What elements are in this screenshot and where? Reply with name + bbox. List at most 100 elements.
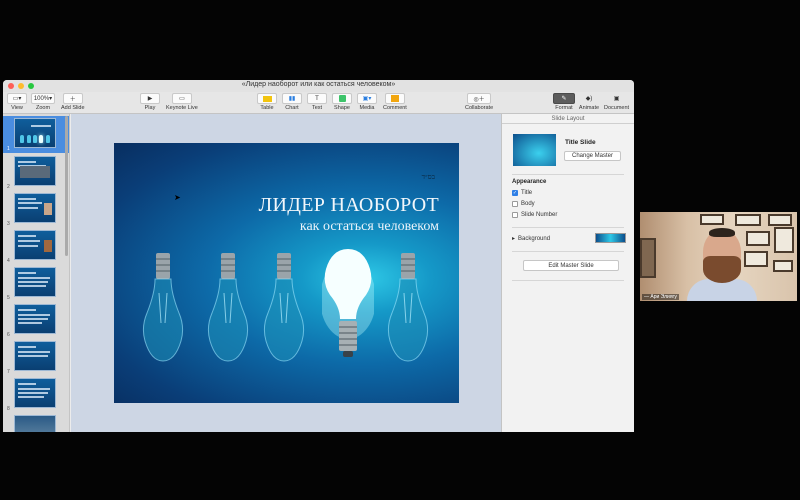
- slide-number: 2: [7, 184, 10, 190]
- media-button[interactable]: ▣▾ Media: [357, 93, 377, 111]
- comment-label: Comment: [383, 105, 407, 111]
- zoom-menu[interactable]: 100% ▾ Zoom: [31, 93, 55, 111]
- wall-frame: [774, 227, 794, 253]
- comment-button[interactable]: Comment: [383, 93, 407, 111]
- background-swatch[interactable]: [595, 233, 626, 243]
- media-icon: ▣▾: [362, 96, 372, 102]
- view-button[interactable]: ▭▾ View: [7, 93, 27, 111]
- document-label: Document: [604, 105, 630, 111]
- navigator-scrollbar[interactable]: [65, 116, 68, 256]
- participant-name: — Ари Элиягу: [642, 294, 679, 300]
- wall-frame: [700, 214, 724, 225]
- format-label: Format: [555, 105, 573, 111]
- checkbox-box: [512, 212, 518, 218]
- slide-number: 6: [7, 332, 10, 338]
- slide-number-checkbox[interactable]: Slide Number: [512, 212, 557, 218]
- keynote-live-icon: ▭: [179, 96, 185, 102]
- animate-label: Animate: [578, 105, 600, 111]
- title-checkbox-label: Title: [521, 190, 533, 196]
- document-button[interactable]: ▣ Document: [604, 93, 629, 111]
- wall-frame: [746, 231, 770, 246]
- toolbar: ▭▾ View 100% ▾ Zoom ＋ Add Slide ▶ Play ▭ …: [3, 92, 634, 114]
- master-title: Title Slide: [565, 139, 596, 146]
- collaborate-button[interactable]: ◎＋ Collaborate: [465, 93, 493, 111]
- wall-frame: [773, 260, 793, 272]
- wall-frame: [768, 214, 792, 226]
- change-master-button[interactable]: Change Master: [564, 151, 621, 161]
- table-button[interactable]: Table: [257, 93, 277, 111]
- inspector-header: Slide Layout: [502, 114, 634, 124]
- webcam-video: — Ари Элиягу: [640, 212, 797, 301]
- play-icon: ▶: [147, 96, 153, 102]
- animate-button[interactable]: ◆) Animate: [578, 93, 600, 111]
- divider: [512, 227, 624, 228]
- checkmark-icon: ✓: [512, 190, 518, 196]
- divider: [512, 174, 624, 175]
- desktop: «Лидер наоборот или как остаться человек…: [0, 0, 800, 500]
- shape-button[interactable]: Shape: [332, 93, 352, 111]
- document-icon: ▣: [613, 96, 620, 102]
- keynote-window: «Лидер наоборот или как остаться человек…: [3, 80, 634, 432]
- view-label: View: [11, 105, 23, 111]
- slide-thumbnail-9[interactable]: 9: [3, 413, 69, 432]
- chart-icon: ▮▮: [288, 96, 296, 102]
- wall-frame: [744, 251, 768, 267]
- slide-title[interactable]: ЛИДЕР НАОБОРОТ: [114, 194, 439, 217]
- edit-master-slide-button[interactable]: Edit Master Slide: [523, 260, 619, 271]
- body-checkbox[interactable]: Body: [512, 201, 535, 207]
- view-icon: ▭▾: [12, 96, 22, 102]
- slide-number: 1: [7, 146, 10, 152]
- slide-thumbnail-4[interactable]: 4: [3, 228, 69, 265]
- slide-thumbnail-3[interactable]: 3: [3, 191, 69, 228]
- slide-canvas[interactable]: בס״ד ЛИДЕР НАОБОРОТ как остаться человек…: [71, 114, 501, 432]
- shape-icon: [338, 95, 346, 102]
- play-button[interactable]: ▶ Play: [140, 93, 160, 111]
- slide-thumbnail-6[interactable]: 6: [3, 302, 69, 339]
- document-title: «Лидер наоборот или как остаться человек…: [241, 81, 396, 88]
- slide-thumbnail-2[interactable]: 2: [3, 154, 69, 191]
- background-label: Background: [518, 235, 551, 242]
- chart-label: Chart: [285, 105, 299, 111]
- slide-thumbnail-1[interactable]: 1: [3, 116, 69, 153]
- speaker-beard: [703, 256, 741, 283]
- chart-button[interactable]: ▮▮ Chart: [282, 93, 302, 111]
- title-checkbox[interactable]: ✓ Title: [512, 190, 532, 196]
- door: [640, 238, 656, 278]
- slide-navigator[interactable]: 1 2 3 4 5 6 7 8: [3, 114, 70, 432]
- collaborate-icon: ◎＋: [473, 97, 485, 103]
- shape-label: Shape: [334, 105, 350, 111]
- keynote-live-label: Keynote Live: [166, 105, 198, 111]
- master-thumbnail[interactable]: [513, 134, 556, 166]
- animate-icon: ◆): [585, 96, 593, 102]
- slide-thumbnail-8[interactable]: 8: [3, 376, 69, 413]
- slide-number-checkbox-label: Slide Number: [521, 212, 558, 218]
- hebrew-mark: בס״ד: [421, 173, 435, 181]
- mouse-cursor-icon: ➤: [174, 193, 181, 202]
- light-bulb-icon: [207, 253, 249, 362]
- speaker-kippah: [709, 228, 735, 237]
- light-bulb-icon: [142, 253, 184, 362]
- wall-frame: [735, 214, 761, 226]
- appearance-heading: Appearance: [512, 179, 547, 185]
- light-bulb-icon: [387, 253, 429, 362]
- add-slide-label: Add Slide: [61, 105, 85, 111]
- slide-thumbnail-5[interactable]: 5: [3, 265, 69, 302]
- divider: [512, 280, 624, 281]
- add-slide-button[interactable]: ＋ Add Slide: [61, 93, 85, 111]
- media-label: Media: [359, 105, 375, 111]
- text-button[interactable]: T Text: [307, 93, 327, 111]
- table-icon: [262, 95, 272, 102]
- zoom-value: 100%: [33, 95, 50, 102]
- plus-icon: ＋: [69, 97, 76, 103]
- slide-thumbnail-7[interactable]: 7: [3, 339, 69, 376]
- background-disclosure[interactable]: ▸ Background: [512, 235, 551, 243]
- light-bulb-icon: [263, 253, 305, 362]
- slide-1[interactable]: בס״ד ЛИДЕР НАОБОРОТ как остаться человек…: [114, 143, 459, 403]
- text-label: Text: [311, 105, 323, 111]
- slide-subtitle[interactable]: как остаться человеком: [114, 219, 439, 235]
- inspector-panel: Slide Layout Title Slide Change Master A…: [501, 114, 634, 432]
- divider: [512, 251, 624, 252]
- keynote-live-button[interactable]: ▭ Keynote Live: [166, 93, 198, 111]
- play-label: Play: [144, 105, 156, 111]
- format-button[interactable]: ✎ Format: [553, 93, 575, 111]
